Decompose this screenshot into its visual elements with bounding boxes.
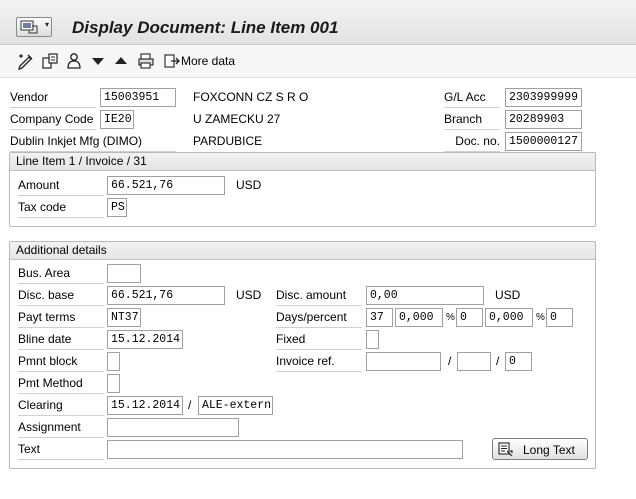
tax-code-field[interactable]: PS: [107, 198, 127, 217]
more-data-button[interactable]: More data: [181, 54, 235, 68]
vendor-field[interactable]: 15003951: [100, 88, 176, 107]
assignment-label: Assignment: [18, 420, 104, 438]
long-text-label: Long Text: [523, 443, 575, 457]
clearing-label: Clearing: [18, 398, 104, 416]
invoice-ref-field-2[interactable]: [457, 352, 491, 371]
disc-amount-field[interactable]: 0,00: [366, 286, 484, 305]
invoice-ref-field-1[interactable]: [366, 352, 441, 371]
arrow-up-icon[interactable]: [112, 52, 130, 70]
vendor-city: PARDUBICE: [193, 134, 263, 148]
disc-base-label: Disc. base: [18, 288, 104, 306]
copy-icon[interactable]: [41, 52, 59, 70]
window-title: Display Document: Line Item 001: [72, 18, 339, 37]
clearing-slash: /: [188, 398, 192, 412]
print-icon[interactable]: [137, 52, 155, 70]
person-icon[interactable]: [65, 52, 83, 70]
bline-date-field[interactable]: 15.12.2014: [107, 330, 183, 349]
clearing-doc-field[interactable]: ALE-extern: [198, 396, 273, 415]
pmt-method-label: Pmt Method: [18, 376, 104, 394]
pmnt-block-label: Pmnt block: [18, 354, 104, 372]
disc-base-currency: USD: [236, 288, 262, 302]
days2-field[interactable]: 0: [456, 308, 483, 327]
branch-field[interactable]: 20289903: [505, 110, 582, 129]
more-data-icon[interactable]: [163, 52, 181, 70]
invoice-ref-label: Invoice ref.: [276, 354, 362, 372]
tax-code-label: Tax code: [18, 200, 104, 218]
amount-label: Amount: [18, 178, 104, 196]
menu-icon: [20, 20, 38, 34]
clearing-date-field[interactable]: 15.12.2014: [107, 396, 183, 415]
disc-base-field[interactable]: 66.521,76: [107, 286, 225, 305]
amount-currency: USD: [236, 178, 262, 192]
invoice-ref-slash-2: /: [496, 354, 500, 368]
doc-no-field[interactable]: 1500000127: [505, 132, 582, 151]
arrow-down-icon[interactable]: [89, 52, 107, 70]
disc-amount-label: Disc. amount: [276, 288, 362, 306]
fixed-field[interactable]: [366, 330, 379, 349]
days-percent-label: Days/percent: [276, 310, 362, 328]
pmnt-block-field[interactable]: [107, 352, 120, 371]
days3-field[interactable]: 0: [546, 308, 573, 327]
disc-amount-currency: USD: [495, 288, 521, 302]
invoice-ref-field-3[interactable]: 0: [505, 352, 532, 371]
pct2-field[interactable]: 0,000: [485, 308, 533, 327]
text-label: Text: [18, 442, 104, 460]
bus-area-field[interactable]: [107, 264, 141, 283]
additional-details-heading: Additional details: [10, 242, 595, 260]
edit-icon[interactable]: [17, 52, 35, 70]
company-code-label: Company Code: [10, 112, 96, 130]
vendor-name: FOXCONN CZ S R O: [193, 90, 309, 104]
long-text-icon: [498, 442, 513, 457]
percent-sign-1: %: [446, 312, 455, 323]
pmt-method-field[interactable]: [107, 374, 120, 393]
payt-terms-field[interactable]: NT37: [107, 308, 141, 327]
gl-acc-label: G/L Acc: [444, 90, 500, 108]
invoice-ref-slash-1: /: [448, 354, 452, 368]
days1-field[interactable]: 37: [366, 308, 393, 327]
fixed-label: Fixed: [276, 332, 362, 350]
doc-no-label: Doc. no.: [444, 134, 500, 152]
system-menu-button[interactable]: ▾: [16, 17, 52, 37]
bline-date-label: Bline date: [18, 332, 104, 350]
company-name: Dublin Inkjet Mfg (DIMO): [10, 134, 176, 152]
payt-terms-label: Payt terms: [18, 310, 104, 328]
long-text-button[interactable]: Long Text: [492, 438, 588, 460]
assignment-field[interactable]: [107, 418, 239, 437]
text-field[interactable]: [107, 440, 463, 459]
vendor-label: Vendor: [10, 90, 96, 108]
gl-acc-field[interactable]: 2303999999: [505, 88, 582, 107]
line-item-heading: Line Item 1 / Invoice / 31: [10, 153, 595, 171]
bus-area-label: Bus. Area: [18, 266, 104, 284]
percent-sign-2: %: [536, 312, 545, 323]
company-code-field[interactable]: IE20: [100, 110, 134, 129]
pct1-field[interactable]: 0,000: [395, 308, 443, 327]
branch-label: Branch: [444, 112, 500, 130]
amount-field[interactable]: 66.521,76: [107, 176, 225, 195]
vendor-street: U ZAMECKU 27: [193, 112, 281, 126]
chevron-down-icon: ▾: [44, 20, 49, 29]
